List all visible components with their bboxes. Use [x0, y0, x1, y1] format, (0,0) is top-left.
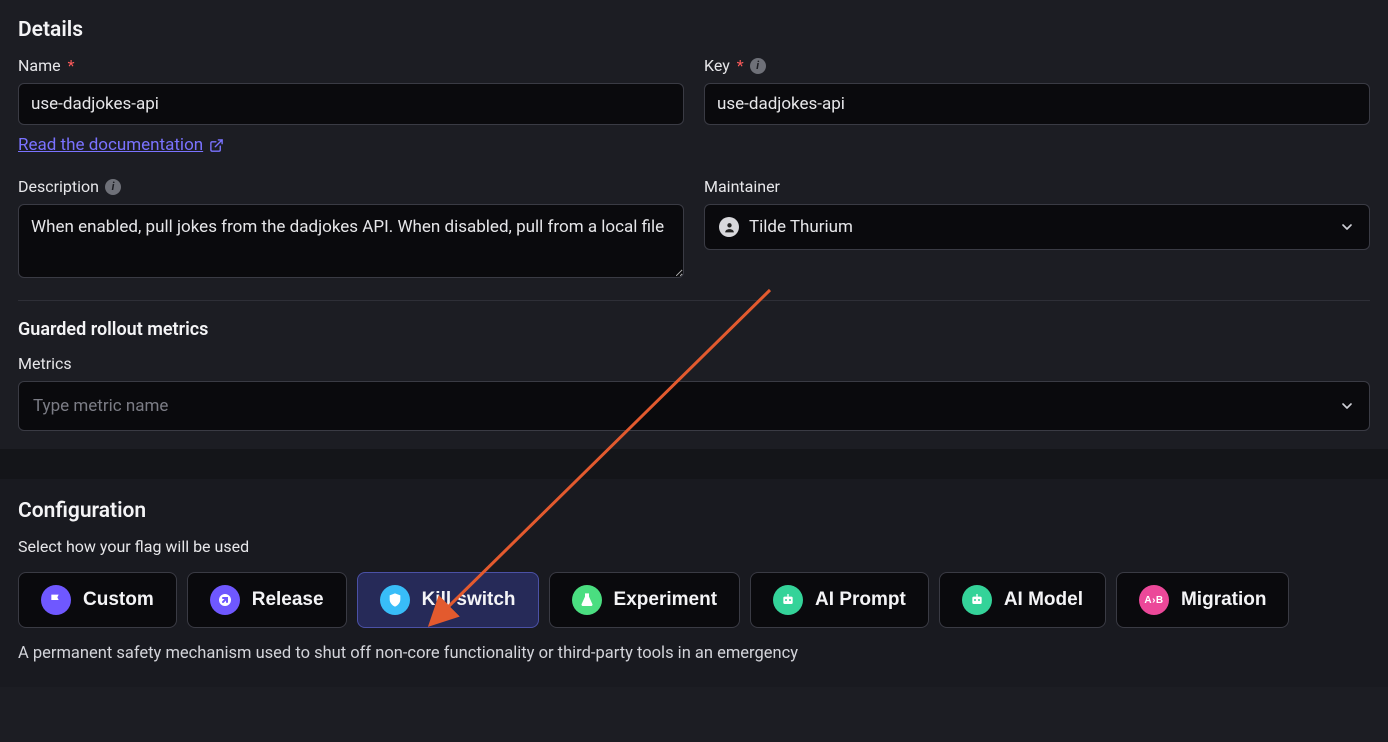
- guarded-rollout-section: Guarded rollout metrics Metrics Type met…: [18, 319, 1370, 431]
- avatar-icon: [719, 217, 739, 237]
- external-link-icon: [209, 138, 224, 153]
- flag-type-description: A permanent safety mechanism used to shu…: [18, 644, 1370, 663]
- flask-icon: [572, 585, 602, 615]
- metrics-select[interactable]: Type metric name: [18, 381, 1370, 431]
- section-gap: [0, 449, 1388, 479]
- info-icon[interactable]: i: [750, 58, 766, 74]
- details-section: Details Name* Read the documentation Key…: [0, 0, 1388, 449]
- name-key-row: Name* Read the documentation Key* i: [18, 56, 1370, 155]
- metrics-placeholder: Type metric name: [33, 396, 168, 416]
- details-heading: Details: [18, 18, 1370, 42]
- migration-icon: A›B: [1139, 585, 1169, 615]
- configuration-section: Configuration Select how your flag will …: [0, 479, 1388, 687]
- key-label: Key* i: [704, 56, 1370, 75]
- chevron-down-icon: [1339, 219, 1355, 235]
- required-asterisk: *: [68, 56, 75, 75]
- guarded-heading: Guarded rollout metrics: [18, 319, 1370, 340]
- name-label: Name*: [18, 56, 684, 75]
- documentation-link[interactable]: Read the documentation: [18, 135, 684, 155]
- flag-type-custom[interactable]: Custom: [18, 572, 177, 628]
- flag-type-migration[interactable]: A›B Migration: [1116, 572, 1290, 628]
- chevron-down-icon: [1339, 398, 1355, 414]
- flag-type-release[interactable]: Release: [187, 572, 347, 628]
- info-icon[interactable]: i: [105, 179, 121, 195]
- configuration-heading: Configuration: [18, 499, 1370, 523]
- required-asterisk: *: [737, 56, 744, 75]
- key-input[interactable]: [704, 83, 1370, 125]
- flag-type-group: Custom Release Kill switch Experiment AI…: [18, 572, 1370, 628]
- robot-icon: [962, 585, 992, 615]
- robot-icon: [773, 585, 803, 615]
- maintainer-select[interactable]: Tilde Thurium: [704, 204, 1370, 250]
- divider: [18, 300, 1370, 301]
- maintainer-label: Maintainer: [704, 177, 1370, 196]
- arrow-up-right-icon: [210, 585, 240, 615]
- name-input[interactable]: [18, 83, 684, 125]
- flag-type-ai-prompt[interactable]: AI Prompt: [750, 572, 929, 628]
- flag-type-experiment[interactable]: Experiment: [549, 572, 740, 628]
- maintainer-value: Tilde Thurium: [749, 217, 853, 237]
- name-column: Name* Read the documentation: [18, 56, 684, 155]
- flag-type-kill-switch[interactable]: Kill switch: [357, 572, 539, 628]
- flag-type-ai-model[interactable]: AI Model: [939, 572, 1106, 628]
- configuration-helper: Select how your flag will be used: [18, 537, 1370, 556]
- flag-icon: [41, 585, 71, 615]
- desc-maintainer-row: Description i Maintainer Tilde Thurium: [18, 177, 1370, 278]
- maintainer-column: Maintainer Tilde Thurium: [704, 177, 1370, 278]
- description-label: Description i: [18, 177, 684, 196]
- description-textarea[interactable]: [18, 204, 684, 278]
- key-column: Key* i: [704, 56, 1370, 155]
- metrics-label: Metrics: [18, 354, 1370, 373]
- shield-icon: [380, 585, 410, 615]
- description-column: Description i: [18, 177, 684, 278]
